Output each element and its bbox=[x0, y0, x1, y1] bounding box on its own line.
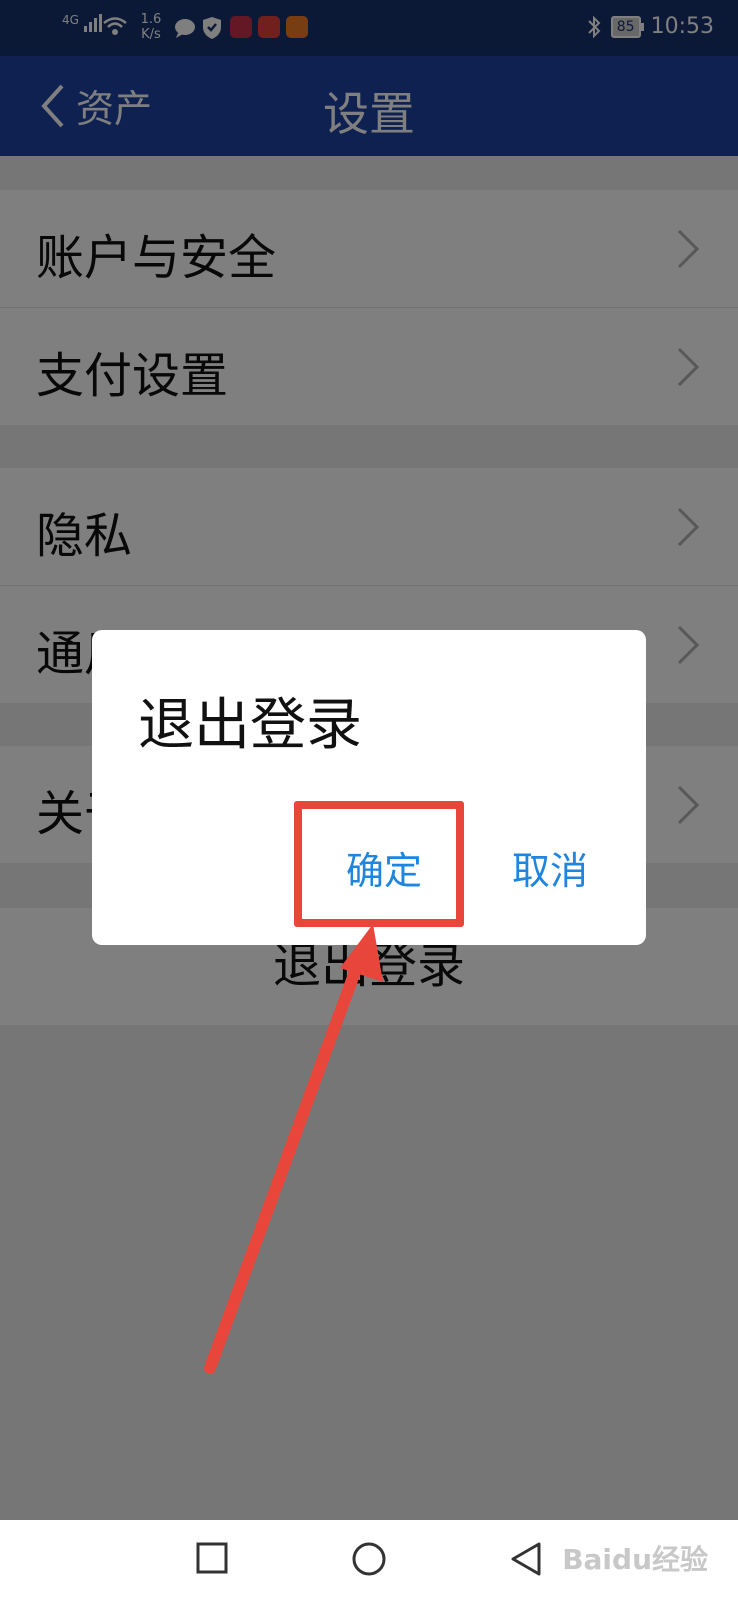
annotation-arrow bbox=[204, 924, 383, 1374]
back-triangle-icon[interactable] bbox=[510, 1542, 542, 1576]
watermark-logo: Baidu经验 bbox=[562, 1543, 708, 1576]
system-nav-bar: Baidu经验 bbox=[0, 1520, 738, 1600]
home-icon[interactable] bbox=[352, 1542, 386, 1576]
recent-apps-icon[interactable] bbox=[196, 1542, 228, 1574]
